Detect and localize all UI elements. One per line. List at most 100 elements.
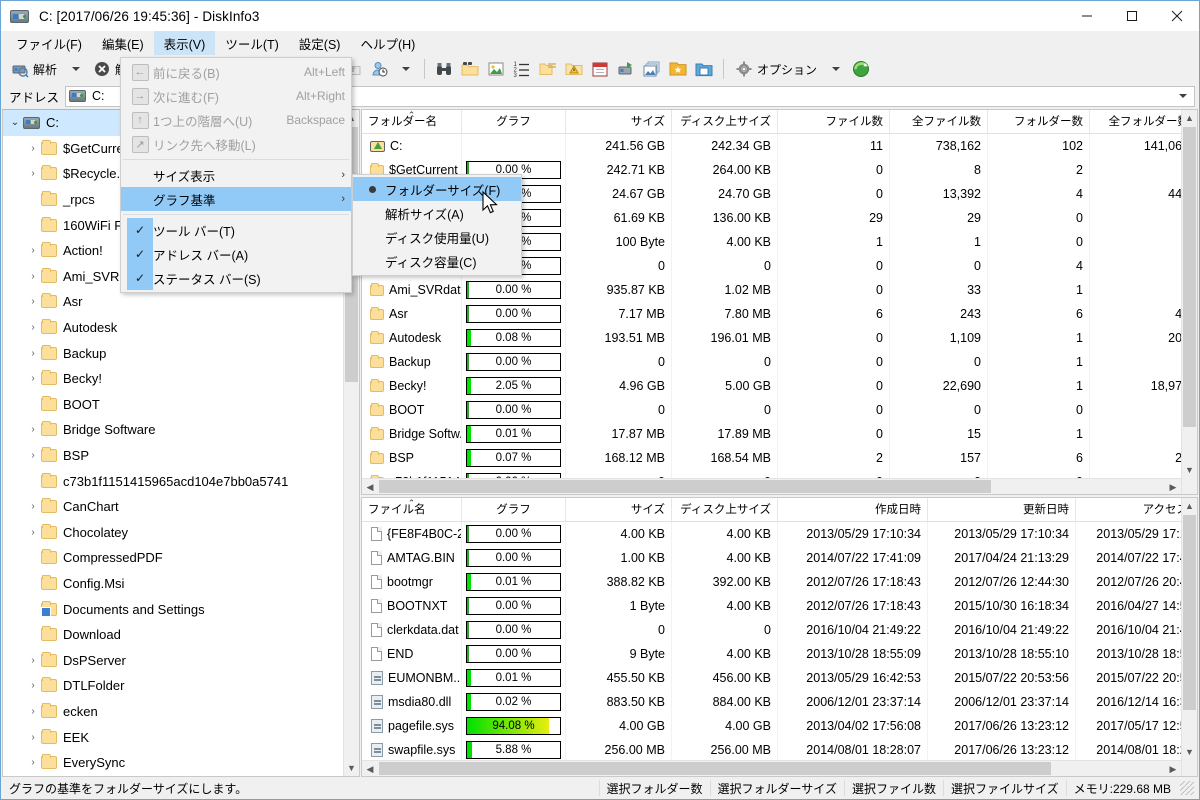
tree-item[interactable]: › Becky!	[3, 366, 343, 392]
tree-expander[interactable]: ›	[25, 501, 41, 512]
menu-edit[interactable]: 編集(E)	[92, 31, 154, 55]
menu-item[interactable]: ↑ 1つ上の階層へ(U) Backspace	[121, 108, 351, 132]
column-header[interactable]: 全ファイル数	[890, 110, 988, 133]
table-row[interactable]: {FE8F4B0C-2... 0.00 % 4.00 KB4.00 KB2013…	[362, 522, 1181, 546]
scroll-thumb[interactable]	[379, 480, 991, 493]
menu-item[interactable]: ✓ ステータス バー(S)	[121, 266, 351, 290]
scroll-left-icon[interactable]: ◀	[362, 479, 378, 495]
menu-item[interactable]: ← 前に戻る(B) Alt+Left	[121, 60, 351, 84]
tree-item[interactable]: › Bridge Software	[3, 417, 343, 443]
tree-expander[interactable]: ›	[25, 348, 41, 359]
menu-item[interactable]: グラフ基準 ›	[121, 187, 351, 211]
column-header[interactable]: 作成日時	[778, 498, 928, 521]
table-row[interactable]: BSP 0.07 % 168.12 MB168.54 MB2157626	[362, 446, 1181, 470]
options-dropdown-button[interactable]	[823, 57, 847, 81]
tree-expander[interactable]: ⌄	[7, 117, 23, 128]
submenu-item[interactable]: フォルダーサイズ(F)	[353, 177, 521, 201]
table-row[interactable]: Asr 0.00 % 7.17 MB7.80 MB6243645	[362, 302, 1181, 326]
table-row[interactable]: clerkdata.dat 0.00 % 002016/10/04 21:49:…	[362, 618, 1181, 642]
close-button[interactable]	[1154, 1, 1199, 31]
tree-item[interactable]: › CanChart	[3, 494, 343, 520]
column-header[interactable]: サイズ	[566, 498, 672, 521]
file-list-rows[interactable]: {FE8F4B0C-2... 0.00 % 4.00 KB4.00 KB2013…	[362, 522, 1181, 760]
history-dropdown-button[interactable]	[393, 57, 417, 81]
tree-item[interactable]: c73b1f1151415965acd104e7bb0a5741	[3, 468, 343, 494]
globe-refresh-icon[interactable]	[849, 57, 873, 81]
tree-item[interactable]: › EEK	[3, 724, 343, 750]
table-row[interactable]: bootmgr 0.01 % 388.82 KB392.00 KB2012/07…	[362, 570, 1181, 594]
tree-item[interactable]: › Autodesk	[3, 315, 343, 341]
menu-tools[interactable]: ツール(T)	[215, 31, 288, 55]
multi-image-icon[interactable]	[640, 57, 664, 81]
scroll-up-icon[interactable]: ▲	[1182, 498, 1197, 514]
column-header[interactable]: サイズ	[566, 110, 672, 133]
table-row[interactable]: END 0.00 % 9 Byte4.00 KB2013/10/28 18:55…	[362, 642, 1181, 666]
table-row[interactable]: swapfile.sys 5.88 % 256.00 MB256.00 MB20…	[362, 738, 1181, 760]
folder-list-horizontal-scrollbar[interactable]: ◀ ▶	[362, 478, 1181, 494]
scroll-thumb[interactable]	[1183, 127, 1196, 427]
folder-list-icon[interactable]	[536, 57, 560, 81]
submenu-item[interactable]: ディスク容量(C)	[353, 249, 521, 273]
menu-item[interactable]: → 次に進む(F) Alt+Right	[121, 84, 351, 108]
scroll-thumb[interactable]	[379, 762, 1051, 775]
tree-expander[interactable]: ›	[25, 245, 41, 256]
table-row[interactable]: BOOT 0.00 % 000000	[362, 398, 1181, 422]
column-header[interactable]: ⌃ フォルダー名	[362, 110, 462, 133]
column-header[interactable]: 更新日時	[928, 498, 1076, 521]
scroll-thumb[interactable]	[1183, 515, 1196, 710]
tree-expander[interactable]: ›	[25, 424, 41, 435]
tree-expander[interactable]: ›	[25, 271, 41, 282]
image-search-icon[interactable]	[484, 57, 508, 81]
table-row[interactable]: AMTAG.BIN 0.00 % 1.00 KB4.00 KB2014/07/2…	[362, 546, 1181, 570]
column-header[interactable]: ディスク上サイズ	[672, 110, 778, 133]
tree-item[interactable]: › EverySync	[3, 750, 343, 776]
resize-grip[interactable]	[1180, 781, 1194, 795]
scroll-down-icon[interactable]: ▼	[344, 760, 359, 776]
scroll-down-icon[interactable]: ▼	[1182, 744, 1197, 760]
scroll-right-icon[interactable]: ▶	[1165, 479, 1181, 495]
table-row[interactable]: Backup 0.00 % 000016	[362, 350, 1181, 374]
open-folder-icon[interactable]	[692, 57, 716, 81]
table-row[interactable]: msdia80.dll 0.02 % 883.50 KB884.00 KB200…	[362, 690, 1181, 714]
table-row[interactable]: C: 241.56 GB242.34 GB11738,162102141,064	[362, 134, 1181, 158]
analyze-dropdown-button[interactable]	[63, 57, 87, 81]
menu-help[interactable]: ヘルプ(H)	[350, 31, 425, 55]
search-binoculars-icon[interactable]	[432, 57, 456, 81]
tree-expander[interactable]: ›	[25, 322, 41, 333]
menu-item[interactable]: ✓ アドレス バー(A)	[121, 242, 351, 266]
column-header[interactable]: グラフ	[462, 110, 566, 133]
tree-expander[interactable]: ›	[25, 732, 41, 743]
favorite-folder-icon[interactable]	[666, 57, 690, 81]
chevron-down-icon[interactable]	[1179, 94, 1187, 98]
table-row[interactable]: EUMONBM... 0.01 % 455.50 KB456.00 KB2013…	[362, 666, 1181, 690]
tree-item[interactable]: › DTLFolder	[3, 673, 343, 699]
calendar-icon[interactable]	[588, 57, 612, 81]
disk-report-icon[interactable]	[614, 57, 638, 81]
tree-expander[interactable]: ›	[25, 680, 41, 691]
tree-item[interactable]: › ecken	[3, 699, 343, 725]
search-folder-icon[interactable]	[458, 57, 482, 81]
submenu-item[interactable]: ディスク使用量(U)	[353, 225, 521, 249]
tree-expander[interactable]: ›	[25, 168, 41, 179]
column-header[interactable]: フォルダー数	[988, 110, 1090, 133]
file-list-horizontal-scrollbar[interactable]: ◀ ▶	[362, 760, 1181, 776]
tree-item[interactable]: › BSP	[3, 443, 343, 469]
folder-warning-icon[interactable]	[562, 57, 586, 81]
tree-expander[interactable]: ›	[25, 373, 41, 384]
tree-expander[interactable]: ›	[25, 143, 41, 154]
tree-item[interactable]: › Backup	[3, 340, 343, 366]
scroll-right-icon[interactable]: ▶	[1165, 761, 1181, 777]
table-row[interactable]: Ami_SVRdata 0.00 % 935.87 KB1.02 MB03318	[362, 278, 1181, 302]
tree-expander[interactable]: ›	[25, 757, 41, 768]
tree-item[interactable]: › DsPServer	[3, 647, 343, 673]
analyze-button[interactable]: 解析	[7, 57, 61, 81]
tree-item[interactable]: Documents and Settings	[3, 596, 343, 622]
menu-file[interactable]: ファイル(F)	[6, 31, 92, 55]
column-header[interactable]: アクセス日時	[1076, 498, 1198, 521]
scroll-down-icon[interactable]: ▼	[1182, 462, 1197, 478]
menu-item[interactable]: サイズ表示 ›	[121, 163, 351, 187]
menu-settings[interactable]: 設定(S)	[289, 31, 351, 55]
column-header[interactable]: ファイル数	[778, 110, 890, 133]
table-row[interactable]: BOOTNXT 0.00 % 1 Byte4.00 KB2012/07/26 1…	[362, 594, 1181, 618]
history-user-button[interactable]	[367, 57, 391, 81]
